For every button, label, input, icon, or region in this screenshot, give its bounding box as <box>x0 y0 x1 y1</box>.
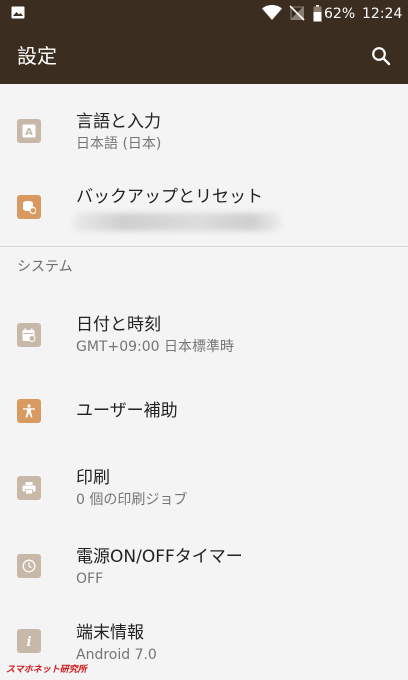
battery-icon <box>313 5 322 22</box>
setting-date-time[interactable]: 日付と時刻 GMT+09:00 日本標準時 <box>0 290 408 374</box>
setting-title: ユーザー補助 <box>76 401 178 421</box>
status-clock: 12:24 <box>362 6 403 22</box>
page-title: 設定 <box>17 44 57 68</box>
info-icon: i <box>17 629 41 653</box>
setting-printing[interactable]: 印刷 0 個の印刷ジョブ <box>0 448 408 528</box>
backup-icon <box>17 195 41 219</box>
setting-summary: Android 7.0 <box>76 647 157 663</box>
gallery-notification-icon <box>11 6 25 19</box>
setting-title: バックアップとリセット <box>76 187 263 207</box>
setting-summary: 日本語 (日本) <box>76 136 162 152</box>
calendar-icon <box>17 323 41 347</box>
app-bar: 設定 <box>0 28 408 84</box>
section-header-system: システム <box>17 259 73 275</box>
setting-power-timer[interactable]: 電源ON/OFFタイマー OFF <box>0 528 408 608</box>
setting-language-input[interactable]: A 言語と入力 日本語 (日本) <box>0 84 408 172</box>
setting-title: 日付と時刻 <box>76 315 161 335</box>
clock-icon <box>17 554 41 578</box>
setting-accessibility[interactable]: ユーザー補助 <box>0 374 408 448</box>
redacted-summary <box>72 213 282 231</box>
section-divider <box>0 246 408 247</box>
battery-level: 62% <box>324 6 356 22</box>
setting-title: 言語と入力 <box>76 112 161 132</box>
svg-text:A: A <box>25 127 33 138</box>
watermark-logo: スマホネット研究所 <box>6 665 87 675</box>
setting-title: 端末情報 <box>76 623 144 643</box>
print-icon <box>17 476 41 500</box>
wifi-icon <box>262 5 282 20</box>
setting-backup-reset[interactable]: バックアップとリセット <box>0 172 408 246</box>
search-button[interactable] <box>361 36 401 76</box>
setting-summary: OFF <box>76 571 104 587</box>
accessibility-icon <box>17 399 41 423</box>
language-icon: A <box>17 119 41 143</box>
setting-title: 印刷 <box>76 468 110 488</box>
svg-text:i: i <box>27 635 32 648</box>
no-signal-icon <box>289 5 305 21</box>
setting-title: 電源ON/OFFタイマー <box>76 547 243 567</box>
setting-summary: GMT+09:00 日本標準時 <box>76 339 235 355</box>
search-icon <box>372 47 391 66</box>
setting-summary: 0 個の印刷ジョブ <box>76 492 188 508</box>
status-bar: 62% 12:24 <box>0 0 408 28</box>
